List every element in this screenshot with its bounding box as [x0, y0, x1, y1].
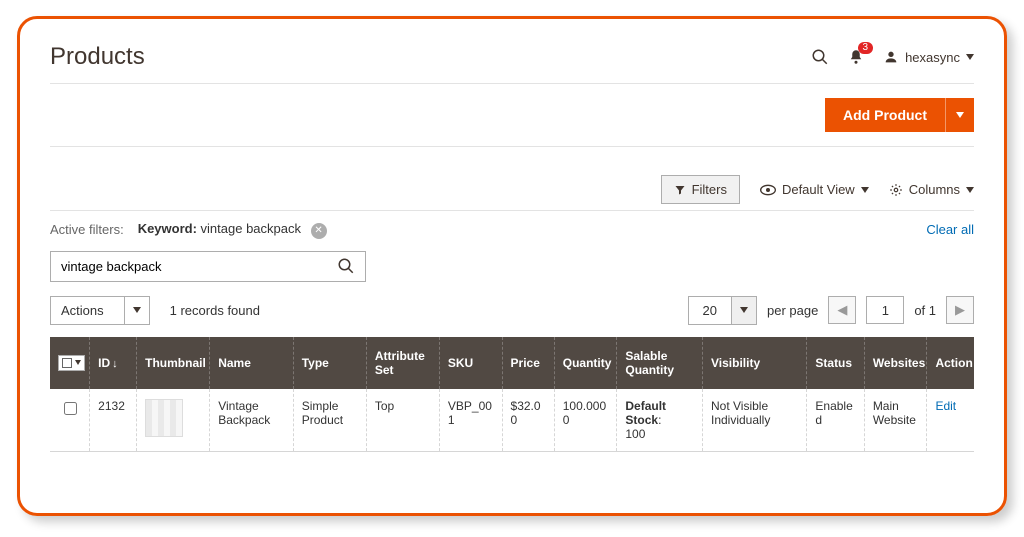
cell-id: 2132	[90, 389, 137, 452]
col-sku[interactable]: SKU	[439, 337, 502, 389]
col-visibility[interactable]: Visibility	[702, 337, 806, 389]
cell-type: Simple Product	[293, 389, 366, 452]
col-price[interactable]: Price	[502, 337, 554, 389]
eye-icon	[760, 184, 776, 196]
current-page[interactable]: 1	[866, 296, 904, 324]
remove-filter-icon[interactable]: ✕	[311, 223, 327, 239]
add-product-main[interactable]: Add Product	[825, 98, 945, 132]
default-view-label: Default View	[782, 182, 855, 197]
add-product-button[interactable]: Add Product	[825, 98, 974, 132]
salable-value: 100	[625, 427, 645, 441]
filter-chip-key: Keyword:	[138, 221, 197, 236]
filters-button[interactable]: Filters	[661, 175, 740, 204]
username: hexasync	[905, 50, 960, 65]
col-name[interactable]: Name	[210, 337, 294, 389]
cell-status: Enabled	[807, 389, 864, 452]
keyword-search[interactable]	[50, 251, 366, 282]
notification-badge: 3	[858, 42, 874, 54]
edit-link[interactable]: Edit	[935, 399, 956, 413]
search-submit-icon[interactable]	[327, 257, 365, 275]
page-size-toggle[interactable]	[731, 297, 756, 324]
products-grid: ID↓ Thumbnail Name Type Attribute Set SK…	[50, 337, 974, 452]
clear-all-link[interactable]: Clear all	[926, 222, 974, 237]
prev-page-button[interactable]: ◀	[828, 296, 856, 324]
add-product-split[interactable]	[945, 98, 974, 132]
chevron-down-icon	[861, 187, 869, 193]
notifications-icon[interactable]: 3	[847, 48, 865, 66]
bulk-actions-dropdown[interactable]: Actions	[50, 296, 150, 325]
col-quantity[interactable]: Quantity	[554, 337, 617, 389]
filter-chip-value: vintage backpack	[201, 221, 301, 236]
col-salable[interactable]: Salable Quantity	[617, 337, 703, 389]
sort-asc-icon: ↓	[112, 358, 118, 370]
cell-visibility: Not Visible Individually	[702, 389, 806, 452]
filters-label: Filters	[692, 182, 727, 197]
records-found: 1 records found	[170, 303, 260, 318]
chevron-down-icon	[75, 360, 81, 365]
col-type[interactable]: Type	[293, 337, 366, 389]
search-icon[interactable]	[811, 48, 829, 66]
chevron-down-icon	[966, 187, 974, 193]
chevron-down-icon	[966, 54, 974, 60]
columns-label: Columns	[909, 182, 960, 197]
cell-salable: Default Stock: 100	[617, 389, 703, 452]
page-size-value: 20	[689, 297, 731, 324]
cell-name: Vintage Backpack	[210, 389, 294, 452]
cell-price: $32.00	[502, 389, 554, 452]
col-select[interactable]	[50, 337, 90, 389]
salable-label: Default Stock	[625, 399, 666, 427]
cell-sku: VBP_001	[439, 389, 502, 452]
active-filters-label: Active filters:	[50, 222, 124, 237]
chevron-down-icon	[740, 307, 748, 313]
chevron-down-icon	[133, 307, 141, 313]
cell-websites: Main Website	[864, 389, 927, 452]
col-websites[interactable]: Websites	[864, 337, 927, 389]
funnel-icon	[674, 184, 686, 196]
default-view-menu[interactable]: Default View	[760, 182, 869, 197]
page-title: Products	[50, 43, 145, 71]
cell-quantity: 100.0000	[554, 389, 617, 452]
row-checkbox[interactable]	[64, 402, 77, 415]
page-size-select[interactable]: 20	[688, 296, 757, 325]
per-page-label: per page	[767, 303, 818, 318]
user-menu[interactable]: hexasync	[883, 49, 974, 65]
chevron-down-icon	[956, 112, 964, 118]
col-id[interactable]: ID↓	[90, 337, 137, 389]
bulk-actions-toggle[interactable]	[124, 297, 149, 324]
user-icon	[883, 49, 899, 65]
search-input[interactable]	[51, 252, 327, 281]
col-status[interactable]: Status	[807, 337, 864, 389]
table-row[interactable]: 2132 Vintage Backpack Simple Product Top…	[50, 389, 974, 452]
col-attr-set[interactable]: Attribute Set	[366, 337, 439, 389]
cell-attr-set: Top	[366, 389, 439, 452]
bulk-actions-label: Actions	[51, 297, 124, 324]
col-thumbnail[interactable]: Thumbnail	[137, 337, 210, 389]
page-total: of 1	[914, 303, 936, 318]
active-filter-chip: Keyword: vintage backpack ✕	[138, 221, 327, 239]
next-page-button[interactable]: ▶	[946, 296, 974, 324]
thumbnail-placeholder	[145, 399, 183, 437]
columns-menu[interactable]: Columns	[889, 182, 974, 197]
col-action[interactable]: Action	[927, 337, 974, 389]
gear-icon	[889, 183, 903, 197]
